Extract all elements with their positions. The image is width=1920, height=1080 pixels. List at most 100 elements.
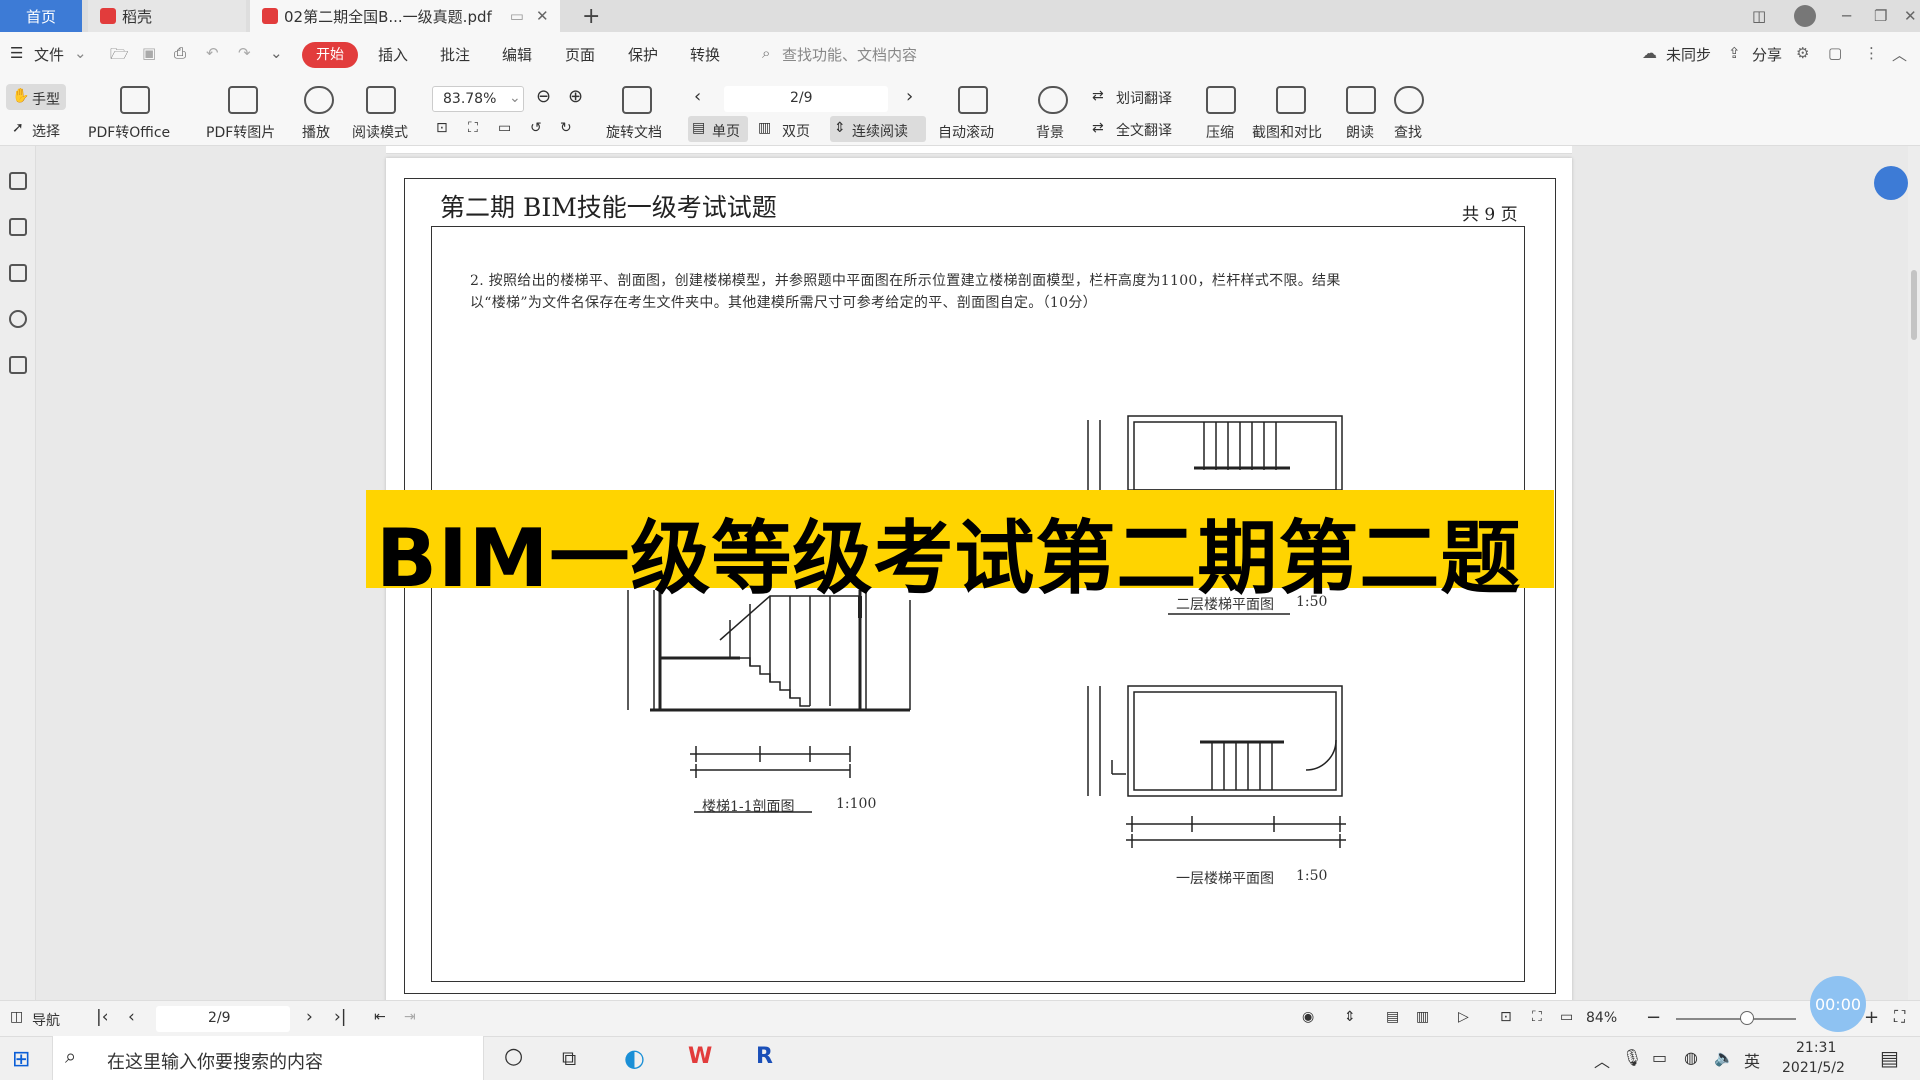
- actual-size-view-icon[interactable]: ⊡: [1500, 1009, 1512, 1025]
- full-translate-button[interactable]: 全文翻译: [1116, 120, 1172, 140]
- menu-start[interactable]: 开始: [302, 42, 358, 68]
- nav-button[interactable]: 导航: [32, 1010, 60, 1030]
- play-view-icon[interactable]: ▷: [1458, 1009, 1469, 1025]
- read-mode-button[interactable]: 阅读模式: [352, 122, 408, 142]
- collapse-ribbon-icon[interactable]: ︿: [1892, 44, 1907, 65]
- revit-icon[interactable]: R: [756, 1044, 773, 1069]
- ime-indicator[interactable]: 英: [1744, 1048, 1760, 1072]
- background-button[interactable]: 背景: [1036, 122, 1064, 142]
- next-page-icon[interactable]: ›: [306, 1007, 313, 1027]
- status-page-input[interactable]: 2/9: [156, 1006, 290, 1032]
- tab-home[interactable]: 首页: [0, 0, 82, 32]
- double-page-view-icon[interactable]: ▥: [1416, 1009, 1429, 1025]
- next-page-icon[interactable]: ›: [906, 86, 913, 107]
- zoom-slider-handle[interactable]: [1740, 1011, 1754, 1025]
- previous-page-icon[interactable]: ‹: [694, 86, 701, 107]
- fit-page-icon[interactable]: ⛶: [468, 120, 478, 136]
- read-aloud-button[interactable]: 朗读: [1346, 122, 1374, 142]
- settings-icon[interactable]: ⚙: [1796, 44, 1809, 62]
- attachment-icon[interactable]: [9, 310, 27, 328]
- more-icon[interactable]: ⋮: [1864, 44, 1879, 62]
- comment-panel-icon[interactable]: [9, 264, 27, 282]
- menu-convert[interactable]: 转换: [690, 44, 720, 65]
- comment-icon[interactable]: ▢: [1828, 44, 1842, 62]
- zoom-in-icon[interactable]: ⊕: [568, 86, 583, 107]
- status-zoom-value[interactable]: 84%: [1586, 1010, 1617, 1026]
- menu-protect[interactable]: 保护: [628, 44, 658, 65]
- minimize-icon[interactable]: ─: [1830, 0, 1851, 32]
- single-page-view-icon[interactable]: ▤: [1386, 1009, 1399, 1025]
- pdf-to-image-button[interactable]: PDF转图片: [206, 122, 275, 142]
- thumbnail-icon[interactable]: [9, 218, 27, 236]
- tab-pdf-document[interactable]: 02第二期全国B...一级真题.pdf ▭ ✕: [250, 0, 560, 32]
- rotate-document-button[interactable]: 旋转文档: [606, 122, 662, 142]
- tab-close-icon[interactable]: ✕: [536, 7, 549, 25]
- hamburger-icon[interactable]: ☰: [10, 44, 23, 62]
- tray-chevron-icon[interactable]: ︿: [1594, 1048, 1610, 1072]
- actual-size-icon[interactable]: ⊡: [436, 120, 448, 136]
- double-page-button[interactable]: ▥ 双页: [754, 116, 826, 142]
- zoom-select[interactable]: 83.78% ⌄: [432, 86, 524, 112]
- tab-pin-icon[interactable]: ▭: [510, 7, 524, 25]
- prev-page-icon[interactable]: ‹: [128, 1007, 135, 1027]
- fit-width-icon[interactable]: ▭: [498, 120, 511, 136]
- new-tab-button[interactable]: +: [570, 0, 600, 32]
- wps-office-icon[interactable]: W: [688, 1044, 712, 1069]
- taskbar-search-box[interactable]: ⌕ 在这里输入你要搜索的内容: [52, 1036, 484, 1080]
- battery-icon[interactable]: ▭: [1652, 1048, 1667, 1067]
- compress-button[interactable]: 压缩: [1206, 122, 1234, 142]
- close-window-icon[interactable]: ✕: [1892, 0, 1917, 32]
- task-view-icon[interactable]: ⧉: [562, 1046, 576, 1070]
- fullscreen-icon[interactable]: ⛶: [1894, 1007, 1905, 1027]
- floating-tool-button[interactable]: [1874, 166, 1908, 200]
- share-button[interactable]: 分享: [1752, 44, 1782, 65]
- back-icon[interactable]: ⇤: [374, 1009, 386, 1025]
- menu-page[interactable]: 页面: [565, 44, 595, 65]
- window-layout-icon[interactable]: ◫: [1740, 0, 1766, 32]
- chevron-down-icon[interactable]: ⌄: [74, 44, 87, 62]
- cortana-icon[interactable]: ○: [504, 1044, 523, 1069]
- notification-icon[interactable]: ▤: [1880, 1046, 1899, 1070]
- forward-icon[interactable]: ⇥: [404, 1009, 416, 1025]
- microphone-icon[interactable]: 🎙: [1622, 1048, 1642, 1067]
- signature-icon[interactable]: [9, 356, 27, 374]
- menu-file[interactable]: 文件: [34, 44, 64, 65]
- bookmark-icon[interactable]: [9, 172, 27, 190]
- hand-tool-button[interactable]: ✋ 手型: [6, 84, 66, 110]
- open-folder-icon[interactable]: 🗁: [110, 44, 129, 69]
- zoom-slider[interactable]: [1676, 1018, 1796, 1020]
- recording-timer[interactable]: 00:00: [1810, 976, 1866, 1032]
- zoom-out-icon[interactable]: ⊖: [536, 86, 551, 107]
- clock-date[interactable]: 2021/5/2: [1782, 1060, 1845, 1076]
- eye-mode-icon[interactable]: ◉: [1302, 1009, 1314, 1025]
- windows-start-icon[interactable]: ⊞: [12, 1047, 30, 1072]
- zoom-out-icon[interactable]: −: [1646, 1007, 1661, 1028]
- screenshot-compare-button[interactable]: 截图和对比: [1252, 122, 1322, 142]
- auto-scroll-button[interactable]: 自动滚动: [938, 122, 994, 142]
- zoom-in-icon[interactable]: +: [1864, 1007, 1879, 1028]
- clock-time[interactable]: 21:31: [1796, 1040, 1836, 1056]
- undo-icon[interactable]: ↶: [206, 44, 219, 62]
- single-page-button[interactable]: ▤ 单页: [688, 116, 748, 142]
- pdf-to-office-button[interactable]: PDF转Office: [88, 122, 170, 142]
- last-page-icon[interactable]: ›|: [334, 1007, 347, 1027]
- print-icon[interactable]: ⎙: [174, 44, 186, 62]
- word-translate-button[interactable]: 划词翻译: [1116, 88, 1172, 108]
- rotate-left-icon[interactable]: ↺: [530, 120, 542, 136]
- network-icon[interactable]: ◍: [1684, 1048, 1698, 1067]
- edge-browser-icon[interactable]: ◐: [624, 1044, 645, 1072]
- volume-icon[interactable]: 🔈: [1714, 1048, 1734, 1067]
- fit-width-view-icon[interactable]: ▭: [1560, 1009, 1573, 1025]
- customize-icon[interactable]: ⌄: [270, 44, 283, 62]
- sync-status[interactable]: 未同步: [1666, 44, 1711, 65]
- avatar[interactable]: [1782, 0, 1816, 32]
- nav-panel-icon[interactable]: ◫: [10, 1009, 23, 1025]
- continuous-icon[interactable]: ⇕: [1344, 1009, 1356, 1025]
- restore-icon[interactable]: ❐: [1862, 0, 1887, 32]
- scrollbar-thumb[interactable]: [1911, 270, 1917, 340]
- menu-annotate[interactable]: 批注: [440, 44, 470, 65]
- page-number-input[interactable]: 2/9: [724, 86, 888, 112]
- find-button[interactable]: 查找: [1394, 122, 1422, 142]
- first-page-icon[interactable]: |‹: [96, 1007, 109, 1027]
- select-tool-button[interactable]: ➚ 选择: [6, 116, 66, 142]
